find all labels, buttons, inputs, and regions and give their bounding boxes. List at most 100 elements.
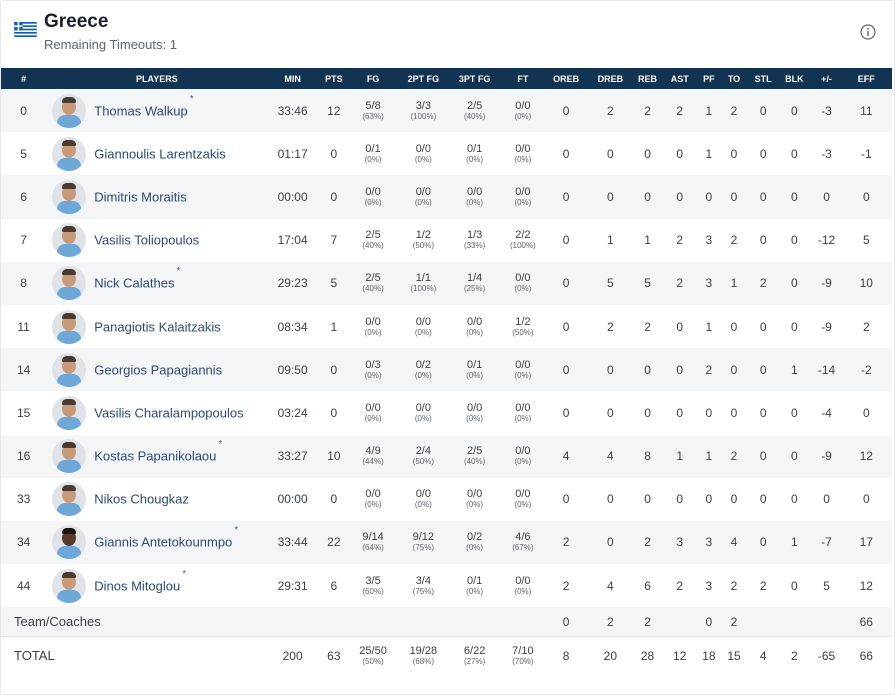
column-header[interactable]: TO bbox=[718, 68, 750, 89]
team-stat-pm bbox=[812, 607, 840, 636]
player-name-link[interactable]: Vasilis Toliopoulos bbox=[94, 233, 199, 248]
column-header[interactable]: PLAYERS bbox=[46, 68, 267, 89]
stat-eff: 2 bbox=[862, 319, 870, 334]
column-header[interactable]: PTS bbox=[318, 68, 350, 89]
stat-blk: 0 bbox=[791, 103, 798, 118]
player-row[interactable]: 16 Kostas Papanikolaou* 33:27 10 4/9 (44%) 2/4… bbox=[1, 434, 892, 478]
field-goals-percentage: (40%) bbox=[362, 284, 384, 294]
team-stat-ast bbox=[660, 607, 700, 636]
total-stat-dreb: 20 bbox=[603, 648, 618, 663]
stat-pm: -12 bbox=[817, 233, 836, 248]
jersey-number: 15 bbox=[16, 405, 31, 420]
stat-dreb: 0 bbox=[607, 535, 614, 550]
stat-blk: 0 bbox=[791, 276, 798, 291]
greece-flag-icon bbox=[14, 22, 37, 37]
column-header[interactable]: +/- bbox=[812, 68, 840, 89]
player-avatar bbox=[52, 439, 87, 474]
player-row[interactable]: 8 Nick Calathes* 29:23 5 2/5 (40%) 1/1 (100%) 1/… bbox=[1, 261, 892, 305]
stat-stl: 0 bbox=[759, 362, 767, 377]
remaining-timeouts: Remaining Timeouts: 1 bbox=[44, 37, 177, 52]
stat-dreb: 2 bbox=[607, 319, 614, 334]
total-label: TOTAL bbox=[14, 648, 55, 663]
three-point-fg-percentage: (0%) bbox=[466, 413, 484, 423]
three-point-fg: 0/1 (0%) bbox=[450, 132, 498, 175]
column-header[interactable]: STL bbox=[750, 68, 776, 89]
field-goals: 9/14 (64%) bbox=[350, 521, 396, 564]
stat-pf: 0 bbox=[705, 492, 713, 507]
player-name-link[interactable]: Georgios Papagiannis bbox=[94, 362, 222, 377]
player-row[interactable]: 33 Nikos Chougkaz 00:00 0 0/0 (0%) 0/0 (0%) 0/0(… bbox=[1, 477, 892, 521]
player-row[interactable]: 34 Giannis Antetokounmpo* 33:44 22 9/14 (64%)… bbox=[1, 520, 892, 565]
player-row[interactable]: 44 Dinos Mitoglou* 29:31 6 3/5 (60%) 3/4 (75%) 0… bbox=[1, 564, 892, 608]
column-header[interactable]: 3PT FG bbox=[450, 68, 498, 89]
stat-eff: 11 bbox=[860, 103, 873, 118]
minutes: 09:50 bbox=[277, 362, 308, 377]
free-throws-percentage: (0%) bbox=[514, 284, 532, 294]
field-goals: 0/1 (0%) bbox=[350, 132, 396, 175]
column-header[interactable]: # bbox=[1, 68, 46, 89]
player-row[interactable]: 7 Vasilis Toliopoulos 17:04 7 2/5 (40%) 1/2 (50… bbox=[1, 218, 892, 262]
player-name-link[interactable]: Dinos Mitoglou bbox=[94, 578, 180, 593]
stat-ast: 0 bbox=[676, 362, 684, 377]
stat-ast: 2 bbox=[676, 103, 684, 118]
column-header[interactable]: OREB bbox=[547, 68, 585, 89]
two-point-fg: 0/0 (0%) bbox=[396, 391, 450, 434]
column-header[interactable]: PF bbox=[700, 68, 718, 89]
total-stat-ast: 12 bbox=[673, 648, 687, 663]
stat-reb: 0 bbox=[644, 146, 651, 161]
player-cell: Giannoulis Larentzakis bbox=[46, 132, 267, 175]
total-stat-oreb: 8 bbox=[562, 648, 570, 663]
stat-dreb: 4 bbox=[607, 578, 614, 593]
minutes: 00:00 bbox=[277, 189, 308, 204]
column-header[interactable]: FG bbox=[350, 68, 396, 89]
player-name-link[interactable]: Nick Calathes bbox=[94, 276, 174, 291]
info-icon[interactable] bbox=[860, 24, 876, 40]
player-row[interactable]: 14 Georgios Papagiannis 09:50 0 0/3 (0%) 0/2 (0… bbox=[1, 348, 892, 392]
column-header[interactable]: EFF bbox=[841, 68, 892, 89]
column-header[interactable]: BLK bbox=[776, 68, 812, 89]
player-name-link[interactable]: Kostas Papanikolaou bbox=[94, 449, 216, 464]
stat-dreb: 0 bbox=[607, 189, 614, 204]
player-row[interactable]: 6 Dimitris Moraitis 00:00 0 0/0 (0%) 0/0 (0%) 0/… bbox=[1, 175, 892, 219]
stat-to: 0 bbox=[730, 405, 738, 420]
player-name-link[interactable]: Nikos Chougkaz bbox=[94, 492, 189, 507]
player-name-link[interactable]: Giannoulis Larentzakis bbox=[94, 146, 226, 161]
stat-pm: 0 bbox=[823, 189, 830, 204]
two-point-fg-made-attempted: 0/0 bbox=[415, 315, 431, 328]
column-header[interactable]: REB bbox=[636, 68, 660, 89]
player-name-link[interactable]: Vasilis Charalampopoulos bbox=[94, 405, 243, 420]
player-name-link[interactable]: Thomas Walkup bbox=[94, 103, 187, 118]
field-goals-made-attempted: 0/0 bbox=[365, 488, 381, 501]
column-header[interactable]: AST bbox=[660, 68, 700, 89]
jersey-number: 6 bbox=[20, 189, 27, 204]
player-cell: Dinos Mitoglou* bbox=[46, 564, 267, 607]
jersey-number: 0 bbox=[20, 103, 27, 118]
field-goals-made-attempted: 0/0 bbox=[365, 185, 381, 198]
free-throws-percentage: (0%) bbox=[514, 154, 532, 164]
field-goals: 0/0 (0%) bbox=[350, 478, 396, 521]
player-name-link[interactable]: Giannis Antetokounmpo bbox=[94, 535, 232, 550]
player-avatar bbox=[52, 136, 87, 171]
field-goals-percentage: (0%) bbox=[364, 500, 382, 510]
free-throws-made-attempted: 0/0 bbox=[515, 99, 531, 112]
stat-to: 1 bbox=[730, 276, 738, 291]
minutes: 33:27 bbox=[277, 449, 308, 464]
player-avatar bbox=[52, 266, 87, 301]
player-row[interactable]: 15 Vasilis Charalampopoulos 03:24 0 0/0 (0%) 0… bbox=[1, 391, 892, 435]
column-header[interactable]: 2PT FG bbox=[396, 68, 450, 89]
column-header[interactable]: MIN bbox=[267, 68, 317, 89]
player-row[interactable]: 5 Giannoulis Larentzakis 01:17 0 0/1 (0%) 0/0(… bbox=[1, 132, 892, 176]
stat-oreb: 4 bbox=[562, 449, 570, 464]
column-header[interactable]: FT bbox=[499, 68, 547, 89]
player-row[interactable]: 0 Thomas Walkup* 33:46 12 5/8 (63%) 3/3 (100%) 2… bbox=[1, 89, 892, 133]
column-header[interactable]: DREB bbox=[585, 68, 635, 89]
three-point-fg: 2/5 (40%) bbox=[450, 435, 498, 478]
player-name-link[interactable]: Panagiotis Kalaitzakis bbox=[94, 319, 220, 334]
points: 12 bbox=[327, 103, 341, 118]
player-row[interactable]: 11 Panagiotis Kalaitzakis 08:34 1 0/0 (0%) 0/0… bbox=[1, 304, 892, 349]
jersey-number: 5 bbox=[20, 146, 27, 161]
two-point-fg-percentage: (0%) bbox=[414, 370, 432, 380]
player-name-link[interactable]: Dimitris Moraitis bbox=[94, 189, 186, 204]
two-point-fg-made-attempted: 1/2 bbox=[415, 229, 431, 242]
total-two-point-fg: 19/28 (68%) bbox=[396, 636, 450, 674]
